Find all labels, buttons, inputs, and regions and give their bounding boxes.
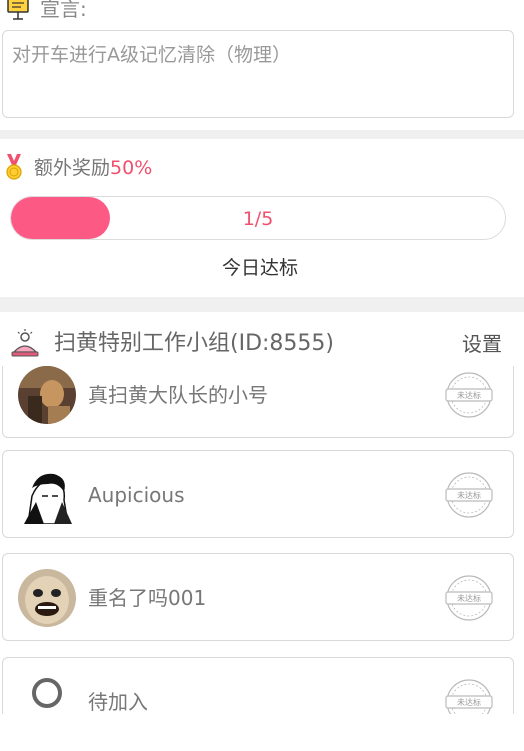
stamp-text: 未达标 [457, 697, 481, 707]
stamp-text: 未达标 [457, 490, 481, 500]
member-name: Aupicious [88, 483, 185, 507]
member-card[interactable]: 待加入 未达标 [2, 657, 514, 714]
bonus-percent: 50% [110, 157, 153, 179]
not-met-stamp-icon: 未达标 [443, 572, 495, 624]
section-divider [0, 130, 524, 139]
medal-icon [4, 153, 24, 181]
settings-button[interactable]: 设置 [462, 330, 502, 358]
member-card[interactable]: 重名了吗001 未达标 [2, 553, 514, 641]
member-card[interactable]: Aupicious 未达标 [2, 450, 514, 538]
placeholder-user-icon [18, 673, 76, 714]
group-title: 扫黄特别工作小组(ID:8555) [54, 331, 334, 356]
declaration-text: 对开车进行A级记忆清除（物理） [12, 44, 291, 66]
member-name: 重名了吗001 [88, 586, 207, 610]
not-met-stamp-icon: 未达标 [443, 369, 495, 421]
photo-avatar [18, 366, 76, 424]
manga-avatar [18, 466, 76, 524]
member-list: 真扫黄大队长的小号 未达标 Aupicious 未达标 重名了吗001 未达标 … [0, 366, 524, 714]
member-name: 真扫黄大队长的小号 [88, 383, 268, 407]
progress-text: 1/5 [242, 208, 274, 230]
bonus-label: 额外奖励50% [34, 154, 152, 182]
declaration-label: 宣言: [40, 0, 87, 21]
stamp-text: 未达标 [457, 390, 481, 400]
today-status-label: 今日达标 [221, 257, 298, 279]
member-card[interactable]: 真扫黄大队长的小号 未达标 [2, 366, 514, 438]
team-icon [10, 328, 40, 358]
member-name: 待加入 [88, 690, 148, 714]
sign-board-icon [6, 0, 30, 21]
not-met-stamp-icon: 未达标 [443, 469, 495, 521]
meme-face-avatar [18, 569, 76, 627]
stamp-text: 未达标 [457, 593, 481, 603]
not-met-stamp-icon: 未达标 [443, 676, 495, 714]
bonus-label-text: 额外奖励 [34, 157, 111, 179]
section-divider [0, 297, 524, 312]
